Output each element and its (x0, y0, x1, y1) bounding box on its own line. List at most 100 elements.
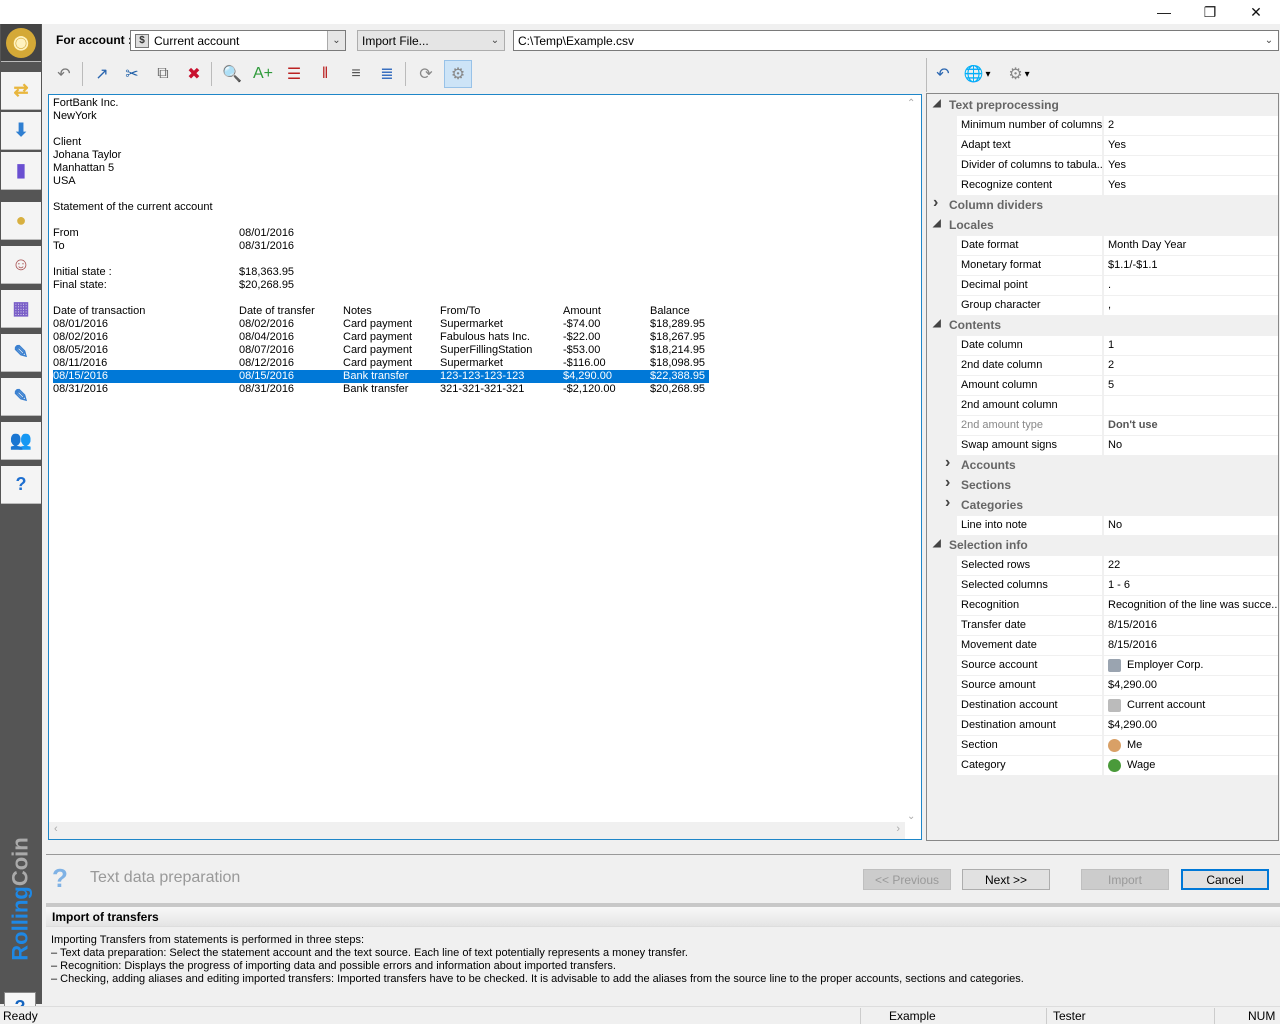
vertical-scrollbar[interactable]: ⌃ ⌄ (903, 96, 920, 824)
property-row[interactable]: Date format Month Day Year (927, 235, 1278, 255)
add-text-button[interactable]: A+ (249, 60, 277, 88)
property-row[interactable]: Destination account Current account (927, 695, 1278, 715)
maximize-button[interactable]: ❐ (1187, 0, 1233, 24)
property-row[interactable]: 2nd amount type Don't use (927, 415, 1278, 435)
sidebar-item-notes[interactable]: ✎ (1, 378, 41, 416)
property-value[interactable]: 8/15/2016 (1104, 616, 1278, 635)
property-category-contents[interactable]: ◢ Contents (927, 315, 1278, 335)
collapse-icon[interactable]: ◢ (933, 218, 941, 229)
property-category-locales[interactable]: ◢ Locales (927, 215, 1278, 235)
property-row[interactable]: Monetary format $1.1/-$1.1 (927, 255, 1278, 275)
property-row[interactable]: Selected rows 22 (927, 555, 1278, 575)
property-value[interactable]: Me (1104, 736, 1278, 755)
sidebar-item-accounts[interactable]: ● (1, 202, 41, 240)
move-copy-button[interactable]: ⧉ (149, 60, 177, 88)
settings-button[interactable]: ⚙ (444, 60, 472, 88)
property-value[interactable]: $1.1/-$1.1 (1104, 256, 1278, 275)
property-value[interactable]: . (1104, 276, 1278, 295)
property-value[interactable]: Don't use (1104, 416, 1278, 435)
property-row[interactable]: Category Wage (927, 755, 1278, 775)
property-row[interactable]: Line into note No (927, 515, 1278, 535)
property-value[interactable]: No (1104, 516, 1278, 535)
property-row[interactable]: Destination amount $4,290.00 (927, 715, 1278, 735)
property-row[interactable]: Selected columns 1 - 6 (927, 575, 1278, 595)
property-category-sections[interactable]: › Sections (927, 474, 1278, 495)
property-row[interactable]: Section Me (927, 735, 1278, 755)
previous-button[interactable]: << Previous (863, 869, 951, 890)
refresh-button[interactable]: ⟳ (412, 60, 440, 88)
cut-button[interactable]: ✂ (118, 60, 146, 88)
export-file-button[interactable]: ↗ (88, 60, 116, 88)
property-row[interactable]: Adapt text Yes (927, 135, 1278, 155)
property-value[interactable] (1104, 396, 1278, 415)
collapse-icon[interactable]: ◢ (933, 318, 941, 329)
property-row[interactable]: 2nd date column 2 (927, 355, 1278, 375)
property-row[interactable]: Source amount $4,290.00 (927, 675, 1278, 695)
import-source-select[interactable]: Import File... ⌄ (357, 30, 505, 51)
property-value[interactable]: 2 (1104, 356, 1278, 375)
property-row[interactable]: Date column 1 (927, 335, 1278, 355)
statement-text-view[interactable]: FortBank Inc. NewYork Client Johana Taylor M… (48, 94, 922, 840)
collapse-icon[interactable]: ◢ (933, 538, 941, 549)
scroll-down-icon[interactable]: ⌄ (907, 811, 915, 822)
collapse-icon[interactable]: ◢ (933, 98, 941, 109)
property-row[interactable]: Group character, (927, 295, 1278, 315)
property-value[interactable]: 22 (1104, 556, 1278, 575)
transaction-line[interactable]: 08/11/2016 08/12/2016 Card payment Supermar… (53, 357, 903, 370)
sidebar-item-users[interactable]: 👥 (1, 422, 41, 460)
close-button[interactable]: ✕ (1233, 0, 1279, 24)
undo-button[interactable]: ↶ (50, 60, 78, 88)
transaction-line[interactable]: 08/01/2016 08/02/2016 Card payment Supermar… (53, 318, 903, 331)
property-value[interactable]: Yes (1104, 176, 1278, 195)
settings-dropdown-button[interactable]: ⚙ ▾ (1001, 60, 1037, 88)
property-row[interactable]: 2nd amount column (927, 395, 1278, 415)
sidebar-item-home[interactable]: ◉ (1, 24, 41, 62)
property-value[interactable]: Yes (1104, 136, 1278, 155)
remove-column-divider-button[interactable]: ‖ (311, 60, 339, 88)
property-value[interactable]: 5 (1104, 376, 1278, 395)
join-rows-button[interactable]: ≡ (342, 60, 370, 88)
transaction-line[interactable]: 08/31/2016 08/31/2016 Bank transfer 321-321… (53, 383, 903, 396)
scroll-left-icon[interactable]: ‹ (54, 823, 58, 835)
undo-right-button[interactable]: ↶ (929, 60, 957, 88)
expand-icon[interactable]: › (945, 454, 950, 472)
property-value[interactable]: 8/15/2016 (1104, 636, 1278, 655)
minimize-button[interactable]: — (1141, 0, 1187, 24)
dropdown-arrow-icon[interactable]: ▾ (985, 69, 990, 80)
sidebar-item-user-notes[interactable]: ✎ (1, 334, 41, 372)
import-button[interactable]: Import (1081, 869, 1169, 890)
property-row[interactable]: Source account Employer Corp. (927, 655, 1278, 675)
sidebar-item-sections[interactable]: ☺ (1, 246, 41, 284)
chevron-down-icon[interactable]: ⌄ (327, 31, 345, 50)
property-category-accounts[interactable]: › Accounts (927, 454, 1278, 475)
scroll-right-icon[interactable]: › (896, 823, 900, 835)
delete-button[interactable]: ✖ (180, 60, 208, 88)
expand-icon[interactable]: › (933, 194, 938, 212)
property-value[interactable]: Recognition of the line was succe... (1104, 596, 1278, 615)
expand-icon[interactable]: › (945, 494, 950, 512)
property-value[interactable]: Wage (1104, 756, 1278, 775)
property-value[interactable]: $4,290.00 (1104, 716, 1278, 735)
remove-row-divider-button[interactable]: ☰ (280, 60, 308, 88)
property-value[interactable]: Current account (1104, 696, 1278, 715)
property-value[interactable]: 2 (1104, 116, 1278, 135)
sidebar-item-reports[interactable]: ▮ (1, 152, 41, 190)
property-row[interactable]: Recognition Recognition of the line was s… (927, 595, 1278, 615)
property-value[interactable]: 1 - 6 (1104, 576, 1278, 595)
property-row[interactable]: Transfer date 8/15/2016 (927, 615, 1278, 635)
globe-dropdown-button[interactable]: 🌐 ▾ (959, 60, 995, 88)
property-row[interactable]: Amount column 5 (927, 375, 1278, 395)
transaction-line[interactable]: 08/05/2016 08/07/2016 Card payment SuperFil… (53, 344, 903, 357)
property-category-text-preprocessing[interactable]: ◢ Text preprocessing (927, 95, 1278, 115)
property-value[interactable]: Yes (1104, 156, 1278, 175)
chevron-down-icon[interactable]: ⌄ (1260, 31, 1278, 50)
property-category-column-dividers[interactable]: › Column dividers (927, 194, 1278, 215)
sidebar-item-help[interactable]: ? (1, 466, 41, 504)
join-columns-button[interactable]: ≣ (373, 60, 401, 88)
sidebar-item-transfers[interactable]: ⇄ (1, 72, 41, 110)
property-value[interactable]: Employer Corp. (1104, 656, 1278, 675)
account-select[interactable]: $ Current account ⌄ (130, 30, 346, 51)
property-value[interactable]: $4,290.00 (1104, 676, 1278, 695)
property-value[interactable]: Month Day Year (1104, 236, 1278, 255)
dropdown-arrow-icon[interactable]: ▾ (1025, 69, 1030, 80)
